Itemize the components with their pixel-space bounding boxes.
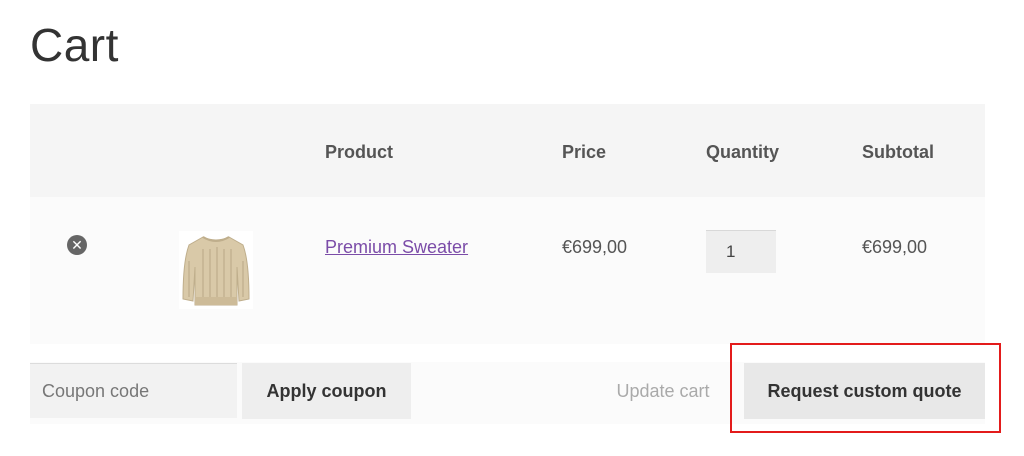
remove-item-icon[interactable]: ✕ (67, 235, 87, 255)
update-cart-button[interactable]: Update cart (588, 363, 738, 419)
header-price: Price (562, 142, 607, 162)
item-price: €699,00 (562, 237, 628, 257)
quantity-input[interactable] (706, 230, 776, 273)
header-quantity: Quantity (706, 142, 780, 162)
page-title: Cart (30, 19, 119, 71)
apply-coupon-button[interactable]: Apply coupon (242, 363, 411, 419)
cart-table-header: Product Price Quantity Subtotal (30, 104, 985, 197)
highlight-box (730, 343, 1001, 433)
table-row (30, 197, 985, 344)
cart-table: Product Price Quantity Subtotal (30, 104, 985, 344)
item-subtotal: €699,00 (862, 237, 928, 257)
header-product: Product (325, 142, 394, 162)
sweater-image[interactable] (179, 231, 253, 309)
header-subtotal: Subtotal (862, 142, 934, 162)
coupon-code-input[interactable] (30, 363, 237, 418)
product-link[interactable]: Premium Sweater (325, 237, 468, 258)
